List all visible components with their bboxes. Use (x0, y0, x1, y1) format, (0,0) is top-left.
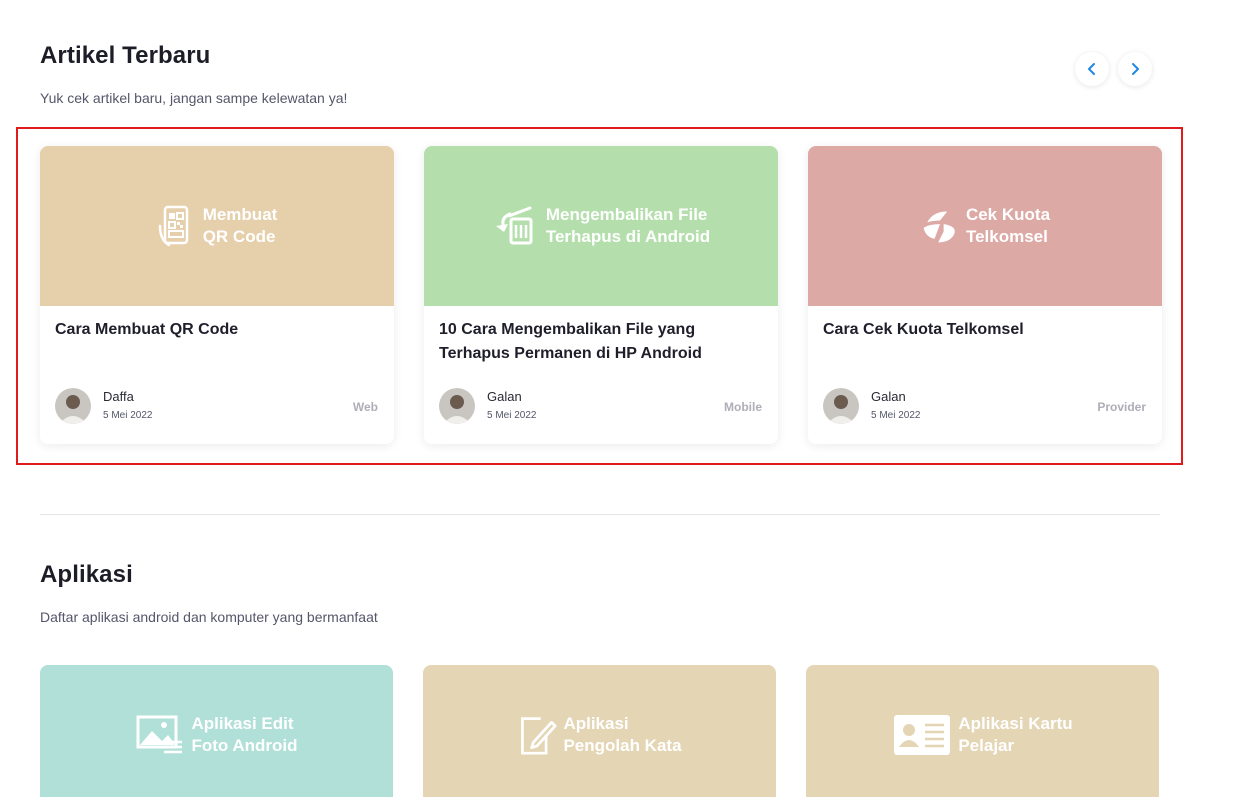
apps-section-subtitle: Daftar aplikasi android dan komputer yan… (40, 609, 378, 625)
author-name: Daffa (103, 389, 134, 404)
article-card[interactable]: Membuat QR Code Cara Membuat QR Code Daf… (40, 146, 394, 444)
article-card[interactable]: Cek Kuota Telkomsel Cara Cek Kuota Telko… (808, 146, 1162, 444)
avatar (439, 388, 475, 424)
chevron-right-icon (1132, 63, 1139, 75)
chevron-left-icon (1088, 63, 1095, 75)
app-card[interactable]: Aplikasi Kartu Pelajar (806, 665, 1159, 797)
document-edit-icon (521, 717, 557, 755)
author-name: Galan (487, 389, 522, 404)
avatar (823, 388, 859, 424)
photo-edit-icon (136, 715, 183, 754)
banner-text: Aplikasi Kartu Pelajar (958, 714, 1073, 755)
app-card[interactable]: Aplikasi Pengolah Kata (423, 665, 776, 797)
banner-text: Cek Kuota Telkomsel (965, 205, 1051, 246)
banner-text: Membuat QR Code (202, 205, 278, 246)
article-banner: Membuat QR Code (40, 146, 394, 306)
id-card-icon (894, 715, 951, 755)
restore-trash-icon (495, 206, 533, 245)
article-banner: Mengembalikan File Terhapus di Android (424, 146, 778, 306)
section-divider (40, 514, 1160, 515)
telkomsel-logo-icon (923, 211, 955, 243)
post-date: 5 Mei 2022 (871, 410, 921, 421)
article-title[interactable]: Cara Membuat QR Code (55, 318, 375, 342)
article-banner: Cek Kuota Telkomsel (808, 146, 1162, 306)
app-card[interactable]: Aplikasi Edit Foto Android (40, 665, 393, 797)
articles-section-subtitle: Yuk cek artikel baru, jangan sampe kelew… (40, 90, 348, 106)
carousel-prev-button[interactable] (1075, 52, 1109, 86)
avatar (55, 388, 91, 424)
category-tag[interactable]: Provider (1097, 400, 1146, 414)
article-title[interactable]: Cara Cek Kuota Telkomsel (823, 318, 1143, 342)
qr-phone-icon (158, 205, 188, 247)
banner-text: Aplikasi Pengolah Kata (563, 714, 682, 755)
articles-section-title: Artikel Terbaru (40, 42, 211, 69)
category-tag[interactable]: Mobile (724, 400, 762, 414)
category-tag[interactable]: Web (353, 400, 378, 414)
apps-section-title: Aplikasi (40, 561, 133, 588)
article-title[interactable]: 10 Cara Mengembalikan File yang Terhapus… (439, 318, 759, 366)
article-card[interactable]: Mengembalikan File Terhapus di Android 1… (424, 146, 778, 444)
post-date: 5 Mei 2022 (103, 410, 153, 421)
carousel-next-button[interactable] (1118, 52, 1152, 86)
author-name: Galan (871, 389, 906, 404)
banner-text: Mengembalikan File Terhapus di Android (545, 205, 711, 246)
post-date: 5 Mei 2022 (487, 410, 537, 421)
banner-text: Aplikasi Edit Foto Android (191, 714, 298, 755)
